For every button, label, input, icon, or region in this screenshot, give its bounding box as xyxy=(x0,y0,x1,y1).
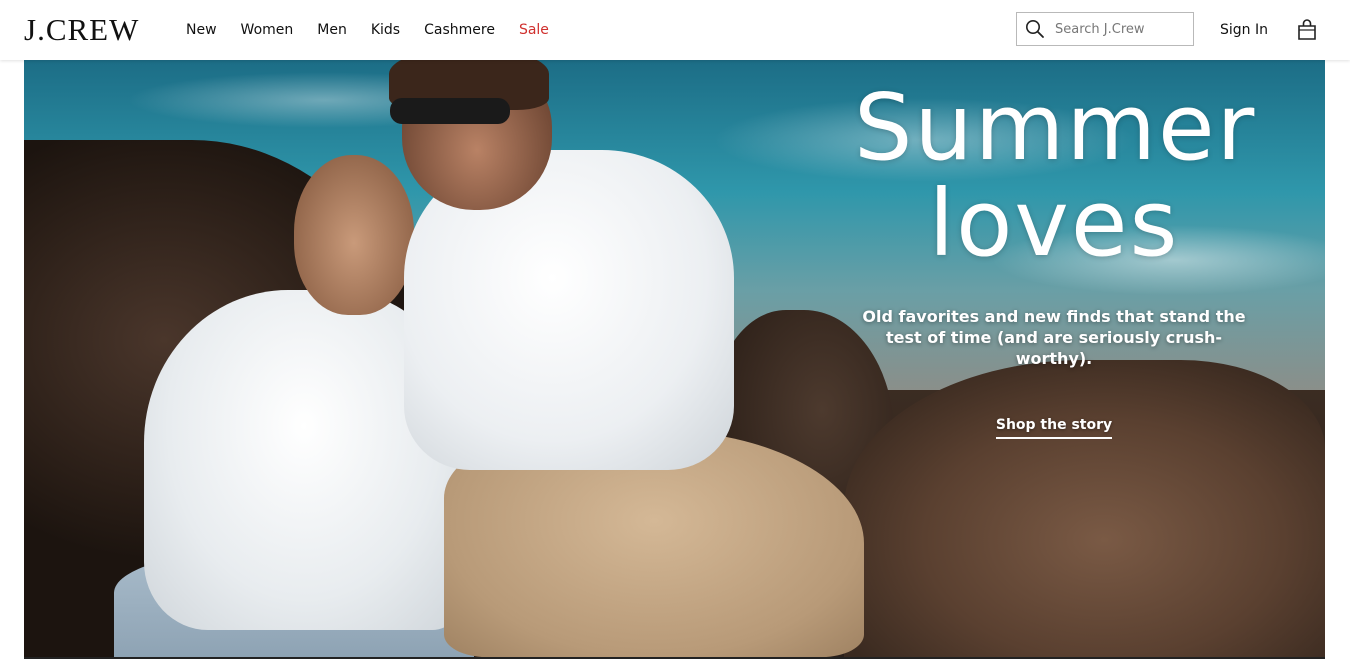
nav-item-new[interactable]: New xyxy=(186,21,217,39)
hero-sunglasses xyxy=(390,98,510,124)
jcrew-logo[interactable]: J.CREW xyxy=(24,12,139,48)
hero-headline-line1: Summer xyxy=(854,74,1257,181)
nav-item-sale[interactable]: Sale xyxy=(519,21,549,39)
nav-item-women[interactable]: Women xyxy=(241,21,294,39)
hero-banner[interactable]: Summer loves Old favorites and new finds… xyxy=(24,60,1325,657)
main-nav: New Women Men Kids Cashmere Sale xyxy=(186,21,573,39)
nav-item-kids[interactable]: Kids xyxy=(371,21,400,39)
hero-woman-head xyxy=(294,155,414,315)
search-icon xyxy=(1026,20,1044,38)
nav-item-cashmere[interactable]: Cashmere xyxy=(424,21,495,39)
search-input[interactable] xyxy=(1053,20,1187,38)
hero-subhead: Old favorites and new finds that stand t… xyxy=(854,306,1254,369)
hero-subhead-line2: test of time (and are seriously crush-wo… xyxy=(885,328,1223,368)
hero-headline-line2: loves xyxy=(928,170,1180,277)
shop-the-story-link[interactable]: Shop the story xyxy=(995,417,1113,439)
top-navigation-bar: J.CREW New Women Men Kids Cashmere Sale … xyxy=(0,0,1350,60)
hero-subhead-line1: Old favorites and new finds that stand t… xyxy=(862,307,1246,326)
hero-headline: Summer loves xyxy=(854,80,1254,272)
nav-item-men[interactable]: Men xyxy=(317,21,347,39)
hero-text-block: Summer loves Old favorites and new finds… xyxy=(854,80,1254,439)
shopping-bag-icon[interactable] xyxy=(1295,18,1319,42)
search-box[interactable] xyxy=(1016,12,1194,46)
sign-in-link[interactable]: Sign In xyxy=(1220,21,1268,39)
